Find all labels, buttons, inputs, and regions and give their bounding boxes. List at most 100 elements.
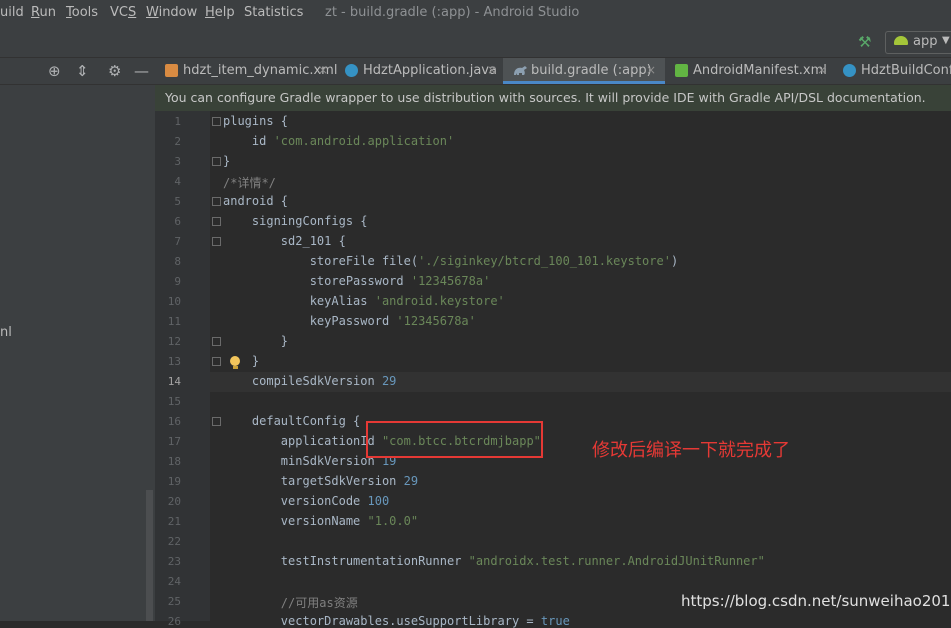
- menu-window[interactable]: Window: [146, 5, 197, 20]
- code-line[interactable]: targetSdkVersion 29: [223, 474, 418, 488]
- code-line[interactable]: //可用as资源: [223, 594, 358, 611]
- line-number: 17: [167, 435, 181, 448]
- line-number: 24: [167, 575, 181, 588]
- lightbulb-icon[interactable]: [230, 356, 240, 366]
- tab-label: AndroidManifest.xml: [693, 63, 827, 78]
- tab-label: HdztApplication.java: [363, 63, 497, 78]
- code-line[interactable]: compileSdkVersion 29: [223, 374, 397, 388]
- code-line[interactable]: signingConfigs {: [223, 214, 368, 228]
- editor-tabs: hdzt_item_dynamic.xml × HdztApplication.…: [155, 58, 951, 85]
- code-line[interactable]: testInstrumentationRunner "androidx.test…: [223, 554, 765, 568]
- code-line[interactable]: keyPassword '12345678a': [223, 314, 476, 328]
- code-line[interactable]: id 'com.android.application': [223, 134, 454, 148]
- code-line[interactable]: android {: [223, 194, 288, 208]
- banner-text: You can configure Gradle wrapper to use …: [165, 90, 926, 105]
- code-line[interactable]: versionCode 100: [223, 494, 389, 508]
- fold-marker[interactable]: [212, 357, 221, 366]
- gradle-icon: [513, 64, 527, 77]
- tab-hdzt-item-dynamic[interactable]: hdzt_item_dynamic.xml ×: [155, 58, 338, 84]
- code-line[interactable]: }: [223, 334, 288, 348]
- class-icon: [345, 64, 358, 77]
- line-number: 19: [167, 475, 181, 488]
- minimize-icon[interactable]: —: [134, 62, 149, 80]
- code-line[interactable]: defaultConfig {: [223, 414, 360, 428]
- line-number: 26: [167, 615, 181, 628]
- run-configuration-label: app: [913, 34, 938, 49]
- menu-bar: uild Run Tools VCS Window Help Statistic…: [0, 0, 951, 27]
- code-line[interactable]: vectorDrawables.useSupportLibrary = true: [223, 614, 570, 628]
- code-line[interactable]: }: [223, 354, 259, 368]
- tab-label: build.gradle (:app): [531, 63, 652, 78]
- code-line[interactable]: /*详情*/: [223, 174, 276, 191]
- xml-file-icon: [165, 64, 178, 77]
- run-configuration-select[interactable]: app ▼: [885, 31, 951, 54]
- code-line[interactable]: storeFile file('./siginkey/btcrd_100_101…: [223, 254, 679, 268]
- code-line[interactable]: plugins {: [223, 114, 288, 128]
- tab-hdzt-build-config[interactable]: HdztBuildConfig: [833, 58, 951, 84]
- code-line[interactable]: versionName "1.0.0": [223, 514, 418, 528]
- project-tool-header: ⊕ ⇕ ⚙ —: [0, 58, 155, 85]
- lightbulb-base: [233, 366, 238, 369]
- gear-icon[interactable]: ⚙: [108, 62, 121, 80]
- fold-marker[interactable]: [212, 337, 221, 346]
- tab-android-manifest[interactable]: AndroidManifest.xml ×: [665, 58, 833, 84]
- project-tree-item[interactable]: nl: [0, 325, 12, 340]
- code-line[interactable]: sd2_101 {: [223, 234, 346, 248]
- line-number: 22: [167, 535, 181, 548]
- fold-marker[interactable]: [212, 237, 221, 246]
- line-number: 18: [167, 455, 181, 468]
- line-number: 4: [174, 175, 181, 188]
- close-icon[interactable]: ×: [318, 63, 328, 77]
- line-number: 13: [167, 355, 181, 368]
- menu-build[interactable]: uild: [0, 5, 24, 20]
- line-number: 11: [167, 315, 181, 328]
- line-number: 21: [167, 515, 181, 528]
- fold-marker[interactable]: [212, 217, 221, 226]
- line-number: 9: [174, 275, 181, 288]
- line-number: 15: [167, 395, 181, 408]
- line-number: 16: [167, 415, 181, 428]
- menu-statistics[interactable]: Statistics: [244, 5, 303, 20]
- project-scrollbar[interactable]: [146, 490, 153, 621]
- watermark: https://blog.csdn.net/sunweihao2019: [681, 592, 951, 610]
- line-number: 5: [174, 195, 181, 208]
- line-number: 3: [174, 155, 181, 168]
- line-number: 7: [174, 235, 181, 248]
- collapse-all-icon[interactable]: ⇕: [76, 62, 89, 80]
- locate-icon[interactable]: ⊕: [48, 62, 61, 80]
- line-number: 6: [174, 215, 181, 228]
- chevron-down-icon: ▼: [942, 35, 950, 46]
- hammer-icon[interactable]: ⚒: [858, 33, 871, 51]
- menu-help[interactable]: Help: [205, 5, 235, 20]
- close-icon[interactable]: ×: [646, 63, 656, 77]
- code-line[interactable]: keyAlias 'android.keystore': [223, 294, 505, 308]
- fold-marker[interactable]: [212, 157, 221, 166]
- tab-build-gradle[interactable]: build.gradle (:app) ×: [503, 58, 665, 84]
- project-panel: nl: [0, 85, 155, 621]
- close-icon[interactable]: ×: [817, 63, 827, 77]
- code-editor[interactable]: [210, 111, 951, 621]
- toolbar: ⚒ app ▼: [0, 27, 951, 58]
- close-icon[interactable]: ×: [487, 63, 497, 77]
- tab-label: hdzt_item_dynamic.xml: [183, 63, 338, 78]
- tab-hdzt-application[interactable]: HdztApplication.java ×: [335, 58, 503, 84]
- fold-marker[interactable]: [212, 417, 221, 426]
- menu-tools[interactable]: Tools: [66, 5, 98, 20]
- manifest-icon: [675, 64, 688, 77]
- line-number: 20: [167, 495, 181, 508]
- menu-vcs[interactable]: VCS: [110, 5, 136, 20]
- line-number: 25: [167, 595, 181, 608]
- tab-label: HdztBuildConfig: [861, 63, 951, 78]
- annotation-text: 修改后编译一下就完成了: [592, 440, 790, 461]
- line-number: 23: [167, 555, 181, 568]
- line-number: 14: [167, 375, 181, 388]
- gradle-notification-banner: You can configure Gradle wrapper to use …: [155, 85, 951, 111]
- line-number: 12: [167, 335, 181, 348]
- code-line[interactable]: }: [223, 154, 230, 168]
- fold-marker[interactable]: [212, 117, 221, 126]
- line-number: 8: [174, 255, 181, 268]
- code-line[interactable]: storePassword '12345678a': [223, 274, 491, 288]
- fold-marker[interactable]: [212, 197, 221, 206]
- window-title: zt - build.gradle (:app) - Android Studi…: [325, 5, 580, 20]
- menu-run[interactable]: Run: [31, 5, 56, 20]
